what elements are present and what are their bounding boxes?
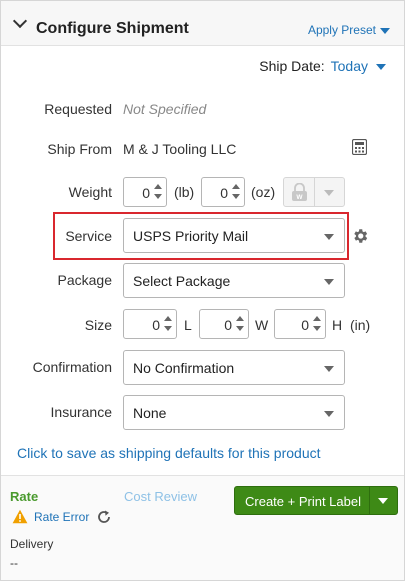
requested-value: Not Specified xyxy=(123,101,207,117)
stepper-arrows-icon[interactable] xyxy=(236,316,244,332)
ship-date: Ship Date: Today xyxy=(259,58,386,74)
ship-date-label: Ship Date: xyxy=(259,58,325,74)
size-length-stepper[interactable]: 0 xyxy=(123,309,177,339)
button-divider xyxy=(369,487,370,514)
caret-down-icon xyxy=(380,27,390,34)
caret-down-icon[interactable] xyxy=(378,498,388,504)
ship-date-value[interactable]: Today xyxy=(331,58,368,74)
confirmation-select-value: No Confirmation xyxy=(133,360,235,376)
caret-down-icon xyxy=(324,190,334,196)
size-height-stepper[interactable]: 0 xyxy=(274,309,326,339)
size-length-value: 0 xyxy=(152,317,160,333)
weight-oz-unit: (oz) xyxy=(251,184,276,200)
chevron-down-icon xyxy=(324,411,334,417)
stepper-arrows-icon[interactable] xyxy=(232,184,240,200)
apply-preset-label: Apply Preset xyxy=(307,23,376,37)
size-height-value: 0 xyxy=(301,317,309,333)
size-length-label: L xyxy=(184,317,192,333)
ship-from-value: M & J Tooling LLC xyxy=(123,141,237,157)
scale-button[interactable]: W xyxy=(283,177,345,207)
save-defaults-link[interactable]: Click to save as shipping defaults for t… xyxy=(17,445,321,461)
size-label: Size xyxy=(84,317,112,333)
insurance-select[interactable]: None xyxy=(123,395,345,430)
weight-lb-value: 0 xyxy=(142,185,150,201)
size-height-label: H xyxy=(332,317,343,333)
requested-label: Requested xyxy=(44,101,112,117)
cost-review-link[interactable]: Cost Review xyxy=(124,489,197,504)
confirmation-select[interactable]: No Confirmation xyxy=(123,350,345,385)
delivery-label: Delivery xyxy=(10,537,54,551)
stepper-arrows-icon[interactable] xyxy=(313,316,321,332)
weight-oz-value: 0 xyxy=(220,185,228,201)
create-print-label-button[interactable]: Create + Print Label xyxy=(234,486,398,515)
chevron-down-icon xyxy=(324,234,334,240)
scale-lock-icon: W xyxy=(292,183,307,201)
chevron-down-icon xyxy=(324,366,334,372)
weight-oz-stepper[interactable]: 0 xyxy=(201,177,245,207)
rate-label: Rate xyxy=(10,489,39,504)
service-select-value: USPS Priority Mail xyxy=(133,228,249,244)
refresh-icon[interactable] xyxy=(96,509,112,525)
package-label: Package xyxy=(57,272,112,288)
ship-from-label: Ship From xyxy=(47,141,112,157)
weight-lb-stepper[interactable]: 0 xyxy=(123,177,167,207)
create-print-label-text: Create + Print Label xyxy=(245,494,361,509)
size-width-value: 0 xyxy=(224,317,232,333)
chevron-down-icon[interactable] xyxy=(12,13,28,29)
confirmation-label: Confirmation xyxy=(32,359,112,375)
package-select[interactable]: Select Package xyxy=(123,263,345,298)
gear-icon[interactable] xyxy=(351,227,369,245)
package-select-value: Select Package xyxy=(133,273,231,289)
insurance-select-value: None xyxy=(133,405,167,421)
calculator-icon[interactable] xyxy=(352,139,367,155)
service-label: Service xyxy=(65,228,112,244)
configure-shipment-panel: Configure Shipment Apply Preset Ship Dat… xyxy=(0,0,405,581)
size-width-stepper[interactable]: 0 xyxy=(199,309,249,339)
panel-header: Configure Shipment Apply Preset xyxy=(1,1,404,46)
insurance-label: Insurance xyxy=(50,404,112,420)
warning-icon xyxy=(12,509,28,524)
rate-error-link[interactable]: Rate Error xyxy=(34,510,89,524)
size-width-label: W xyxy=(255,317,269,333)
size-unit: (in) xyxy=(350,317,371,333)
weight-lb-unit: (lb) xyxy=(174,184,195,200)
svg-text:W: W xyxy=(296,194,303,201)
chevron-down-icon xyxy=(324,279,334,285)
delivery-value: -- xyxy=(10,556,18,570)
stepper-arrows-icon[interactable] xyxy=(154,184,162,200)
service-select[interactable]: USPS Priority Mail xyxy=(123,218,345,253)
ship-date-caret-icon[interactable] xyxy=(376,64,386,71)
panel-title: Configure Shipment xyxy=(36,20,189,37)
weight-label: Weight xyxy=(68,184,112,200)
stepper-arrows-icon[interactable] xyxy=(164,316,172,332)
apply-preset-dropdown[interactable]: Apply Preset xyxy=(308,23,390,37)
